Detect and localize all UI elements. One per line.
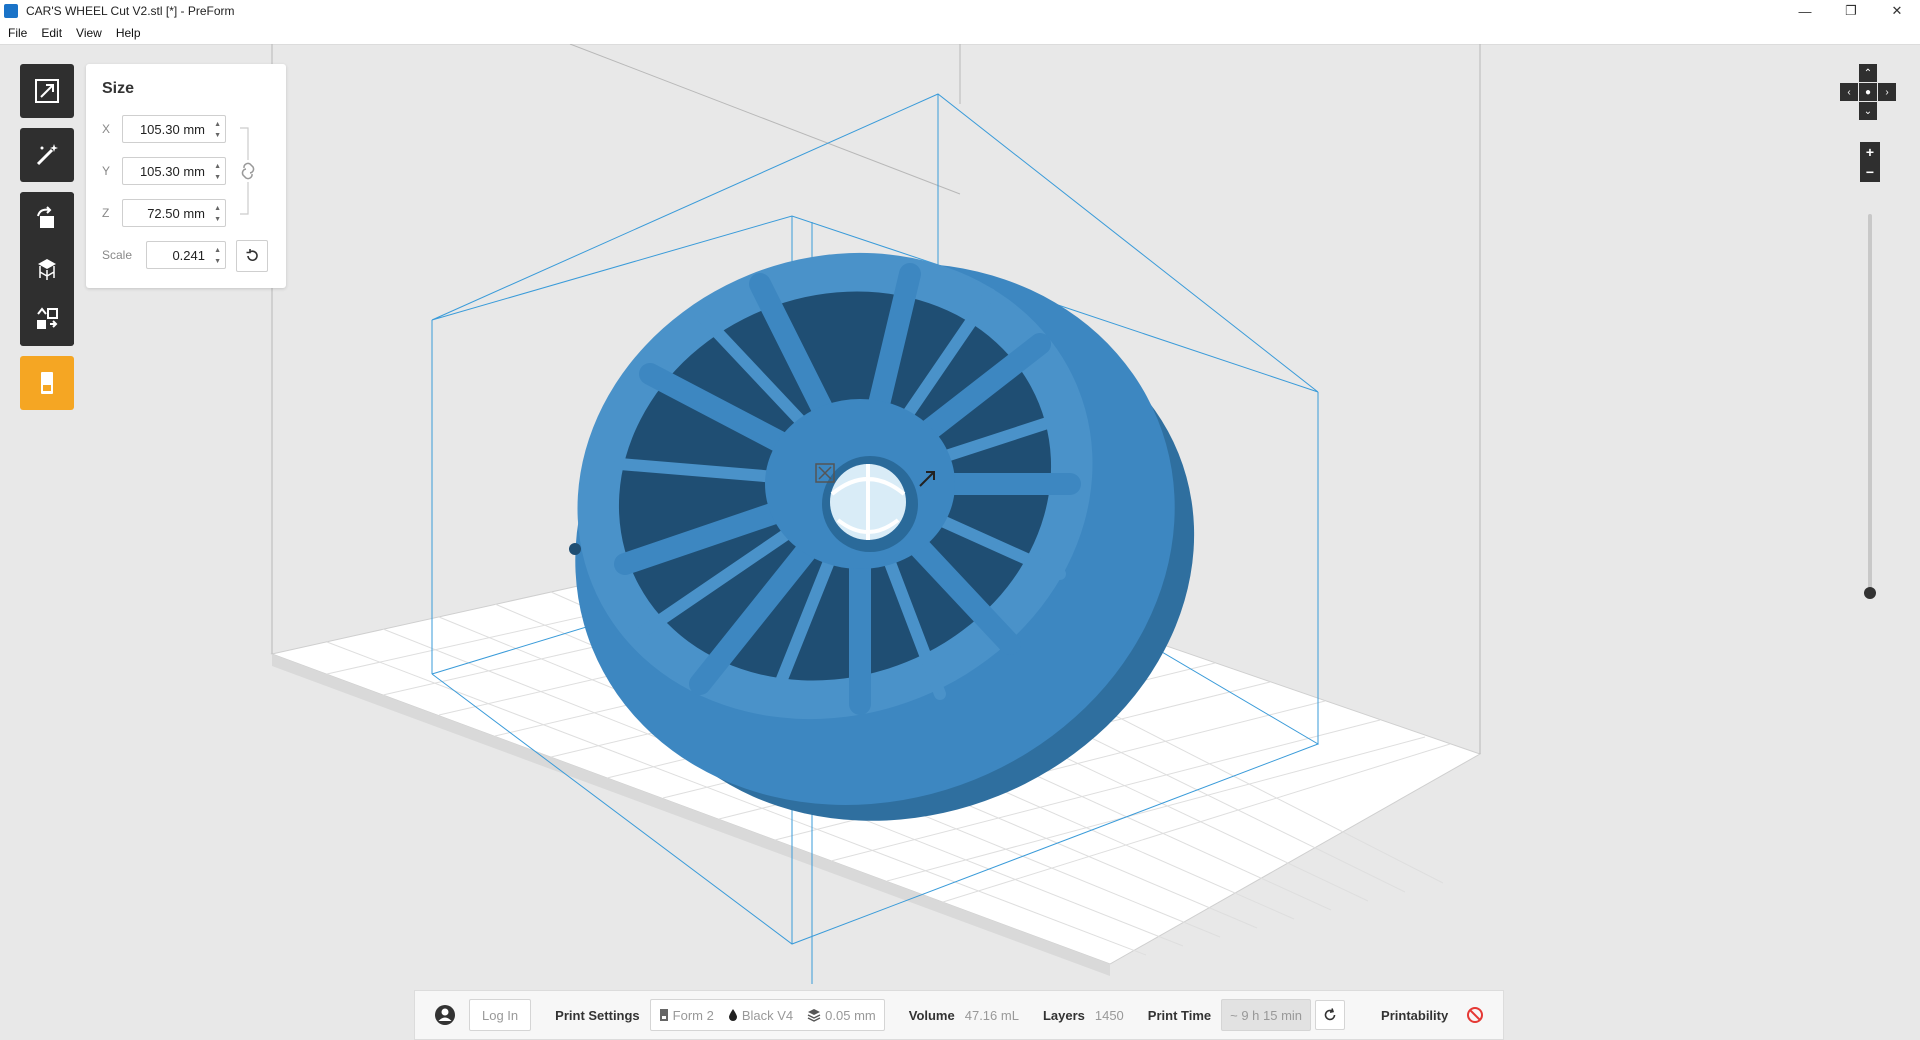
z-spinner-icon[interactable]: ▲ ▼: [214, 203, 221, 225]
y-spinner-icon[interactable]: ▲ ▼: [214, 161, 221, 183]
layout-tool-button[interactable]: [20, 294, 74, 344]
layer-height-value: 0.05 mm: [825, 1007, 876, 1023]
log-in-button[interactable]: Log In: [469, 999, 532, 1031]
menu-view[interactable]: View: [76, 26, 102, 40]
resin-setting: Black V4: [728, 1008, 793, 1023]
window-controls: — ❐ ✕: [1782, 0, 1920, 22]
menu-file[interactable]: File: [8, 26, 27, 40]
rotate-right-button[interactable]: ›: [1878, 83, 1896, 101]
volume-label: Volume: [908, 1007, 955, 1023]
print-job-icon: [41, 372, 53, 394]
one-click-print-button[interactable]: [20, 128, 74, 182]
size-tool-icon: [35, 79, 59, 103]
left-toolbar: [20, 64, 74, 420]
uniform-scale-link-icon[interactable]: [238, 126, 258, 216]
size-z-input[interactable]: 72.50 mm ▲ ▼: [122, 199, 226, 227]
print-time-label: Print Time: [1147, 1007, 1212, 1023]
preform-app-icon: [4, 4, 18, 18]
orientation-icon: [37, 206, 54, 228]
scale-input[interactable]: 0.241 ▲ ▼: [146, 241, 226, 269]
layers-value: 1450: [1094, 1007, 1124, 1023]
size-x-row: X 105.30 mm ▲ ▼: [102, 114, 226, 144]
scene-svg: [270, 44, 1482, 984]
resin-value: Black V4: [741, 1007, 794, 1023]
scale-value: 0.241: [172, 247, 205, 263]
scale-spinner-icon[interactable]: ▲ ▼: [214, 245, 221, 267]
size-panel-title: Size: [102, 80, 135, 97]
layers-label: Layers: [1042, 1007, 1085, 1023]
layers-icon: [807, 1009, 821, 1022]
layer-height-setting: 0.05 mm: [807, 1008, 876, 1023]
tool-group: [20, 192, 74, 346]
orientation-tool-button[interactable]: [20, 194, 74, 244]
scale-label: Scale: [102, 248, 133, 262]
size-x-value: 105.30 mm: [139, 121, 205, 137]
print-job-button[interactable]: [20, 356, 74, 410]
layout-icon: [37, 307, 58, 329]
print-time-value: ~ 9 h 15 min: [1221, 999, 1312, 1031]
size-y-value: 105.30 mm: [139, 163, 205, 179]
menu-edit[interactable]: Edit: [41, 26, 62, 40]
zoom-controls: + −: [1860, 142, 1880, 182]
resin-drop-icon: [728, 1009, 737, 1021]
x-spinner-icon[interactable]: ▲ ▼: [214, 119, 221, 141]
printer-icon: [659, 1009, 668, 1021]
minimize-button[interactable]: —: [1782, 0, 1828, 22]
eye-icon: ●: [1864, 86, 1872, 98]
menu-help[interactable]: Help: [116, 26, 141, 40]
print-settings-button[interactable]: Form 2 Black V4 0.05 mm: [649, 999, 885, 1031]
size-y-input[interactable]: 105.30 mm ▲ ▼: [122, 157, 226, 185]
3d-viewport[interactable]: [0, 44, 1920, 1040]
size-z-value: 72.50 mm: [147, 205, 205, 221]
close-button[interactable]: ✕: [1874, 0, 1920, 22]
window-title: CAR'S WHEEL Cut V2.stl [*] - PreForm: [26, 4, 235, 18]
user-icon: [435, 1005, 455, 1025]
supports-tool-button[interactable]: [20, 244, 74, 294]
not-printable-icon[interactable]: [1466, 1006, 1484, 1024]
rotate-up-button[interactable]: ⌃: [1859, 64, 1877, 82]
magic-wand-icon: [36, 144, 58, 166]
volume-value: 47.16 mL: [964, 1007, 1019, 1023]
reset-icon: [246, 249, 258, 262]
z-label: Z: [102, 206, 110, 220]
zoom-in-button[interactable]: +: [1860, 142, 1880, 162]
printability-label: Printability: [1381, 1007, 1449, 1023]
reset-scale-button[interactable]: [236, 240, 268, 272]
layer-slider-thumb[interactable]: [1864, 587, 1876, 599]
refresh-icon: [1324, 1008, 1336, 1021]
printer-setting: Form 2: [659, 1008, 714, 1023]
menu-bar: File Edit View Help: [0, 22, 1920, 45]
size-tool-button[interactable]: [20, 64, 74, 118]
rotate-down-button[interactable]: ⌄: [1859, 102, 1877, 120]
job-status-bar: Log In Print Settings Form 2 Black V4 0.…: [414, 990, 1504, 1040]
size-panel: Size X 105.30 mm ▲ ▼ Y 105.30 mm ▲ ▼ Z 72.…: [86, 64, 286, 288]
layer-slider-track[interactable]: [1868, 214, 1872, 594]
title-bar: CAR'S WHEEL Cut V2.stl [*] - PreForm — ❐…: [0, 0, 1920, 22]
home-view-button[interactable]: ●: [1859, 83, 1877, 101]
rotate-left-button[interactable]: ‹: [1840, 83, 1858, 101]
restore-button[interactable]: ❐: [1828, 0, 1874, 22]
camera-nav-pad: ⌃ ‹ ● › ⌄: [1840, 64, 1896, 120]
y-label: Y: [102, 164, 111, 178]
zoom-out-button[interactable]: −: [1860, 162, 1880, 182]
x-label: X: [102, 122, 111, 136]
size-x-input[interactable]: 105.30 mm ▲ ▼: [122, 115, 226, 143]
user-account-button[interactable]: [433, 1003, 457, 1027]
printer-value: Form 2: [672, 1007, 714, 1023]
print-settings-label: Print Settings: [555, 1007, 640, 1023]
supports-icon: [38, 259, 56, 280]
scale-row: Scale 0.241 ▲ ▼: [102, 240, 226, 270]
size-z-row: Z 72.50 mm ▲ ▼: [102, 198, 226, 228]
size-y-row: Y 105.30 mm ▲ ▼: [102, 156, 226, 186]
refresh-estimate-button[interactable]: [1315, 1000, 1346, 1030]
